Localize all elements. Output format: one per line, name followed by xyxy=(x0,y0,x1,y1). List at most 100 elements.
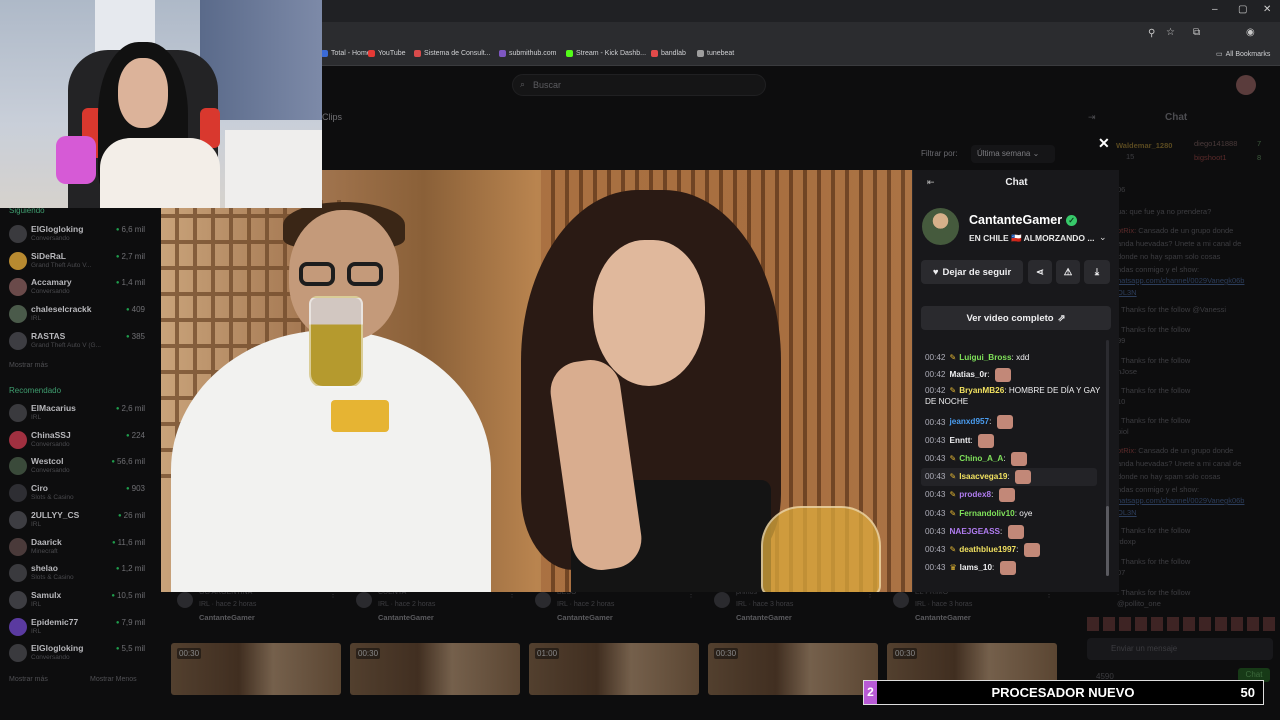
top-user-2: diego141888 xyxy=(1194,139,1238,148)
clip-meta: IRL · hace 2 horas xyxy=(557,601,615,608)
star-icon[interactable]: ☆ xyxy=(1166,27,1175,38)
clip-channel: CantanteGamer xyxy=(378,613,434,622)
sidebar-item-recommended[interactable]: ElGloglokingConversando 5,5 mil xyxy=(9,642,149,666)
chat-timestamp: 00:43 xyxy=(925,417,946,427)
channel-avatar xyxy=(9,590,27,609)
extensions-icon[interactable]: ⧉ xyxy=(1193,27,1200,38)
bookmark-item[interactable]: Total - Home xyxy=(321,50,371,57)
clip-thumbnail[interactable]: 00:30 xyxy=(171,643,341,695)
sidebar-item-viewers: 10,5 mil xyxy=(111,591,145,600)
bookmark-item[interactable]: YouTube xyxy=(368,50,406,57)
chat-username[interactable]: Matias_0r xyxy=(950,370,988,379)
chat-message: 00:43 jeanxd957: xyxy=(925,413,1113,431)
channel-avatar[interactable] xyxy=(922,208,959,245)
sidebar-item-recommended[interactable]: DaarickMinecraft 11,6 mil xyxy=(9,536,149,560)
sidebar-item-following[interactable]: chaleselcrackkIRL 409 xyxy=(9,303,149,327)
bookmark-item[interactable]: tunebeat xyxy=(697,50,734,57)
bookmark-item[interactable]: Stream - Kick Dashb... xyxy=(566,50,646,57)
user-avatar[interactable] xyxy=(1236,75,1256,95)
chat-username[interactable]: BryanMB26 xyxy=(959,386,1004,395)
chat-username[interactable]: NAEJGEASS xyxy=(950,527,1001,536)
sidebar-item-name: Epidemic77 xyxy=(31,616,79,627)
share-icon: ⋖ xyxy=(1036,266,1044,278)
right-chat-text[interactable]: hatsapp.com/channel/0029Vanegk06b xyxy=(1117,496,1244,505)
profile-icon[interactable]: ◉ xyxy=(1246,27,1255,38)
search-input[interactable]: ⌕ Buscar xyxy=(512,74,766,96)
zoom-icon[interactable]: ⚲ xyxy=(1148,28,1155,39)
sidebar-item-recommended[interactable]: shelaoSlots & Casino 1,2 mil xyxy=(9,562,149,586)
pencil-badge-icon: ✎ xyxy=(949,472,957,482)
sidebar-item-recommended[interactable]: ChinaSSJConversando 224 xyxy=(9,429,149,453)
goal-banner: PROCESADOR NUEVO 2 50 xyxy=(863,680,1264,705)
clip-thumbnail[interactable]: 01:00 xyxy=(529,643,699,695)
show-less[interactable]: Mostrar Menos xyxy=(90,676,137,683)
sidebar-item-viewers: 409 xyxy=(126,305,145,314)
bookmark-item[interactable]: submithub.com xyxy=(499,50,556,57)
sidebar-item-following[interactable]: RASTASGrand Theft Auto V (G... 385 xyxy=(9,330,149,354)
sidebar-item-name: ElMacarius xyxy=(31,403,76,413)
pencil-badge-icon: ✎ xyxy=(949,544,957,554)
sidebar-item-recommended[interactable]: Epidemic77IRL 7,9 mil xyxy=(9,616,149,640)
sidebar-item-recommended[interactable]: 2ULLYY_CSIRL 26 mil xyxy=(9,509,149,533)
right-chat-username: otRix: xyxy=(1117,446,1137,455)
minimize-icon[interactable]: – xyxy=(1212,4,1218,15)
clip-duration: 00:30 xyxy=(893,648,918,659)
chat-username[interactable]: Isaacvega19 xyxy=(959,472,1007,481)
right-chat-text[interactable]: hatsapp.com/channel/0029Vanegk06b xyxy=(1117,276,1244,285)
close-icon[interactable]: ✕ xyxy=(1098,135,1110,152)
chat-username[interactable]: Chino_A_A xyxy=(959,454,1003,463)
emote-bar[interactable] xyxy=(1087,617,1277,631)
chat-username[interactable]: Enntt xyxy=(950,436,971,445)
clip-meta: IRL · hace 3 horas xyxy=(915,601,973,608)
sidebar-item-name: ElGlogloking xyxy=(31,643,84,654)
sidebar-item-recommended[interactable]: ElMacariusIRL 2,6 mil xyxy=(9,402,149,426)
show-more-recommended[interactable]: Mostrar más xyxy=(9,676,48,683)
chat-input[interactable]: Enviar un mensaje xyxy=(1087,638,1273,660)
sidebar-item-recommended[interactable]: WestcolConversando 56,6 mil xyxy=(9,455,149,479)
bookmark-icon xyxy=(499,50,506,57)
channel-name[interactable]: CantanteGamer ✓ xyxy=(969,213,1078,227)
bookmark-item[interactable]: Sistema de Consult... xyxy=(414,50,491,57)
close-window-icon[interactable]: ✕ xyxy=(1263,4,1271,15)
right-chat-text[interactable]: OL3N xyxy=(1117,288,1137,297)
right-chat-text[interactable]: OL3N xyxy=(1117,508,1137,517)
chat-username[interactable]: Luigui_Bross xyxy=(959,353,1011,362)
chat-username[interactable]: deathblue1997 xyxy=(959,545,1016,554)
chat-username[interactable]: Fernandoliv10 xyxy=(959,509,1015,518)
sidebar-item-following[interactable]: AccamaryConversando 1,4 mil xyxy=(9,276,149,300)
sidebar-item-recommended[interactable]: CiroSlots & Casino 903 xyxy=(9,482,149,506)
clip-thumbnail[interactable]: 00:30 xyxy=(350,643,520,695)
report-button[interactable]: ⚠ xyxy=(1056,260,1080,284)
show-more-following[interactable]: Mostrar más xyxy=(9,362,48,369)
right-chat-text: nJose xyxy=(1117,367,1138,376)
maximize-icon[interactable]: ▢ xyxy=(1238,4,1247,15)
video-player[interactable] xyxy=(161,170,912,592)
all-bookmarks[interactable]: ▭ All Bookmarks xyxy=(1216,50,1270,59)
chat-timestamp: 00:43 xyxy=(925,435,946,445)
right-chat-text: ndas conmigo y el show: xyxy=(1117,485,1200,494)
sidebar-item-following[interactable]: SiDeRaLGrand Theft Auto V... 2,7 mil xyxy=(9,250,149,274)
chat-timestamp: 00:43 xyxy=(925,563,946,573)
bookmark-item[interactable]: bandlab xyxy=(651,50,686,57)
filter-select[interactable]: Última semana ⌄ xyxy=(971,145,1055,163)
chat-username[interactable]: jeanxd957 xyxy=(950,418,990,427)
collapse-chat-icon[interactable]: ⇥ xyxy=(1088,112,1096,123)
chat-scrollbar-thumb[interactable] xyxy=(1106,506,1109,576)
right-chat-text: donde no hay spam solo cosas xyxy=(1117,472,1221,481)
sidebar-item-following[interactable]: ElGloglokingConversando 6,6 mil xyxy=(9,223,149,247)
share-button[interactable]: ⋖ xyxy=(1028,260,1052,284)
chevron-down-icon[interactable]: ⌄ xyxy=(1099,232,1107,243)
channel-avatar xyxy=(9,457,27,476)
clip-thumbnail[interactable]: 00:30 xyxy=(708,643,878,695)
download-button[interactable]: ⤓ xyxy=(1084,260,1110,284)
sidebar-item-name: Samulx xyxy=(31,589,62,600)
full-video-button[interactable]: Ver video completo ⇗ xyxy=(921,306,1111,330)
tab-clips[interactable]: Clips xyxy=(322,112,342,122)
sidebar-item-category: Conversando xyxy=(31,288,70,296)
sidebar-item-recommended[interactable]: SamulxIRL 10,5 mil xyxy=(9,589,149,613)
right-chat-line: anda huevadas? Unete a mi canal de xyxy=(1117,459,1241,468)
chat-username[interactable]: lams_10 xyxy=(960,563,992,572)
chat-username[interactable]: prodex8 xyxy=(959,490,991,499)
right-chat-text: anda huevadas? Unete a mi canal de xyxy=(1117,239,1242,248)
unfollow-button[interactable]: ♥ Dejar de seguir xyxy=(921,260,1023,284)
